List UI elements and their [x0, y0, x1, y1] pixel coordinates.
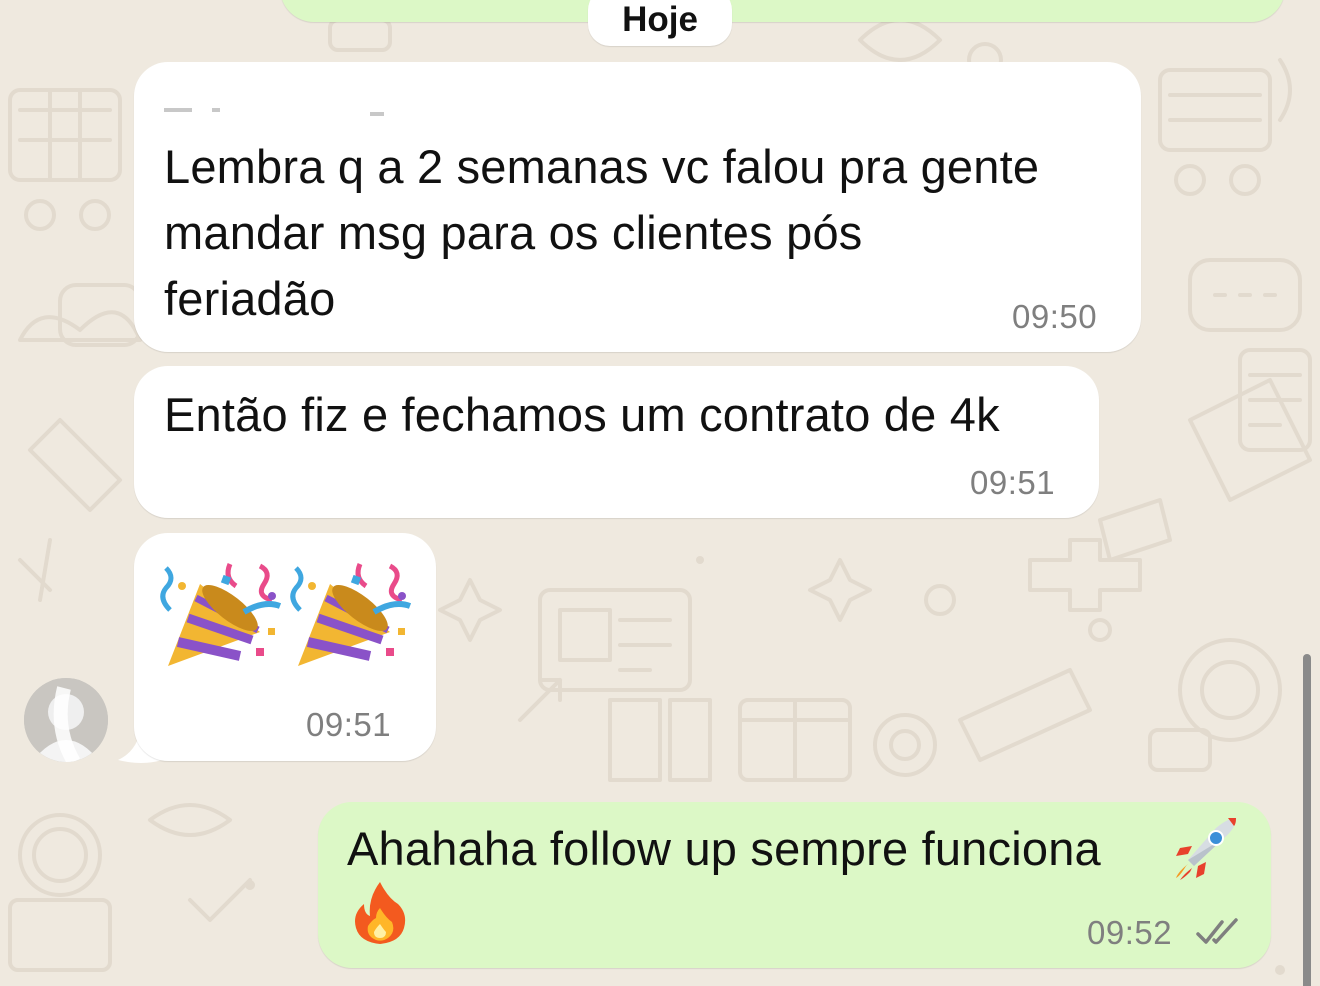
date-divider-label: Hoje	[622, 0, 698, 39]
message-text: Ahahaha follow up sempre funciona	[347, 822, 1101, 875]
message-time: 09:50	[1012, 298, 1098, 335]
previous-outgoing-message[interactable]	[280, 0, 1285, 22]
rocket-icon	[1176, 818, 1236, 880]
message-text: Lembra q a 2 semanas vc falou pra gente …	[164, 140, 1040, 325]
message-time: 09:51	[970, 464, 1056, 501]
sender-name-redacted[interactable]	[164, 78, 394, 118]
message-text: Então fiz e fechamos um contrato de 4k	[164, 388, 1000, 441]
party-popper-icon	[160, 563, 282, 666]
party-popper-icon	[290, 563, 412, 666]
double-check-read-icon	[1196, 918, 1238, 944]
sender-avatar[interactable]	[24, 678, 108, 762]
message-time: 09:52	[1087, 914, 1173, 951]
date-divider: Hoje	[588, 0, 732, 46]
redacted-name-graphic	[164, 108, 384, 116]
fire-icon	[355, 882, 406, 944]
scroll-indicator[interactable]	[1303, 654, 1311, 986]
message-time: 09:51	[306, 706, 392, 743]
avatar-image	[24, 678, 108, 762]
